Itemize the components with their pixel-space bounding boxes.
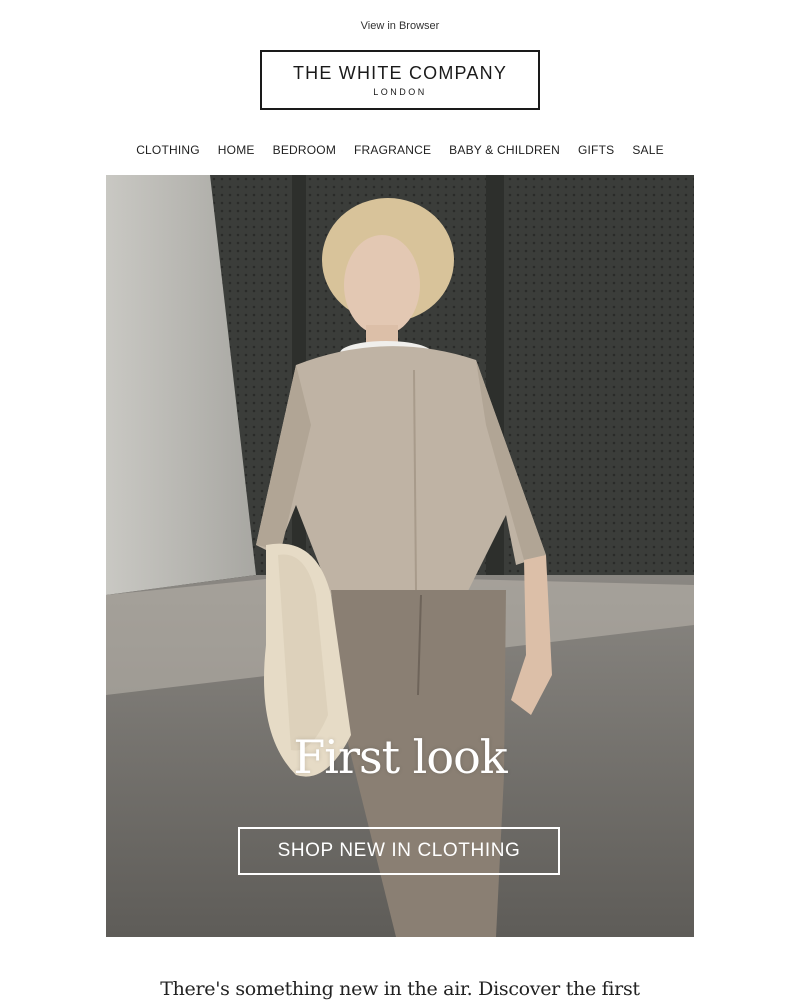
hero-image [106, 175, 694, 937]
intro-text: There's something new in the air. Discov… [160, 978, 640, 1000]
nav-item-gifts[interactable]: GIFTS [578, 143, 614, 157]
nav-item-bedroom[interactable]: BEDROOM [273, 143, 336, 157]
nav-item-fragrance[interactable]: FRAGRANCE [354, 143, 431, 157]
shop-new-in-clothing-button[interactable]: SHOP NEW IN CLOTHING [238, 827, 560, 875]
hero-title: First look [293, 730, 507, 784]
view-in-browser-link[interactable]: View in Browser [0, 20, 800, 32]
brand-logo[interactable]: THE WHITE COMPANY LONDON [260, 50, 540, 110]
nav-item-clothing[interactable]: CLOTHING [136, 143, 200, 157]
main-nav: CLOTHING HOME BEDROOM FRAGRANCE BABY & C… [0, 143, 800, 157]
hero-banner[interactable]: First look SHOP NEW IN CLOTHING [106, 175, 694, 937]
nav-item-home[interactable]: HOME [218, 143, 255, 157]
nav-item-sale[interactable]: SALE [632, 143, 664, 157]
logo-wordmark: THE WHITE COMPANY [292, 63, 508, 83]
nav-item-baby-children[interactable]: BABY & CHILDREN [449, 143, 560, 157]
logo-subtitle: LONDON [373, 87, 427, 97]
